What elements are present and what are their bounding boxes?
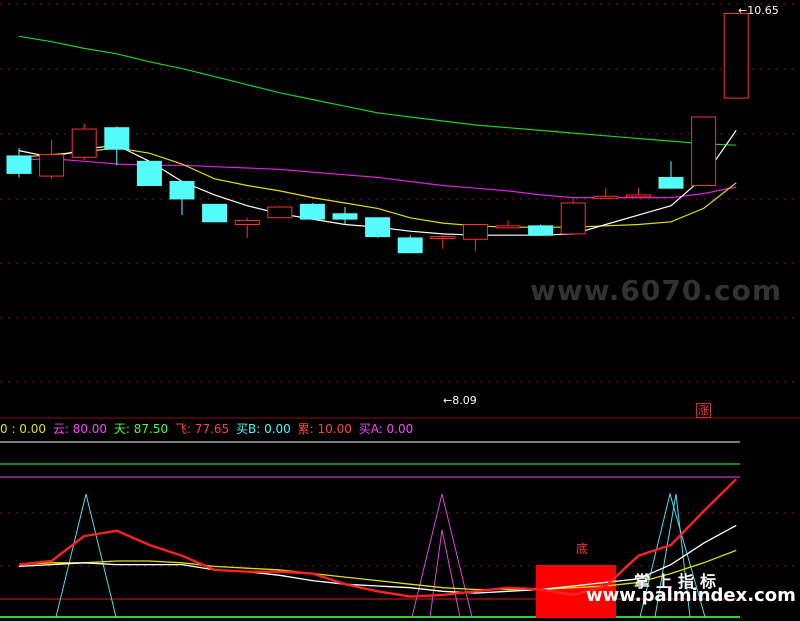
ma-mid-line <box>18 157 737 199</box>
site-text: www.palmindex.com <box>586 585 796 606</box>
candle-15 <box>495 220 521 229</box>
candle-16 <box>528 224 554 236</box>
candle-body <box>593 195 619 199</box>
high-price-label: ←10.65 <box>738 4 779 17</box>
candle-body <box>625 194 651 198</box>
chart-canvas <box>0 3 800 618</box>
candle-body <box>267 206 293 219</box>
candle-10 <box>332 207 358 225</box>
legend-item-maib: 买B: 0.00 <box>236 422 291 436</box>
indicator-legend: 0 : 0.00 云: 80.00 天: 87.50 飞: 77.65 买B: … <box>0 421 416 437</box>
candle-body <box>560 202 586 235</box>
candle-20 <box>658 161 684 189</box>
candle-3 <box>104 126 130 166</box>
candle-19 <box>625 188 651 198</box>
price-panel <box>6 12 749 254</box>
candle-12 <box>397 235 423 254</box>
ma-short-line <box>18 147 737 228</box>
candle-body <box>234 219 260 225</box>
candle-2 <box>71 123 97 160</box>
candle-body <box>723 12 749 99</box>
legend-item-lei: 累: 10.00 <box>297 422 352 436</box>
candle-body <box>136 160 162 187</box>
legend-item-yun: 云: 80.00 <box>52 422 108 436</box>
candle-body <box>658 176 684 189</box>
candle-body <box>495 225 521 229</box>
legend-item-0: 0 : 0.00 <box>0 422 47 436</box>
candle-17 <box>560 197 586 236</box>
candle-21 <box>691 116 717 187</box>
candle-5 <box>169 180 195 216</box>
indicator-line-yellow <box>18 549 737 591</box>
candle-7 <box>234 217 260 238</box>
candle-body <box>430 236 456 240</box>
candle-4 <box>136 160 162 187</box>
candle-body <box>299 203 325 220</box>
candle-6 <box>202 203 228 223</box>
candle-body <box>462 223 488 240</box>
legend-item-tian: 天: 87.50 <box>113 422 169 436</box>
legend-item-fei: 飞: 77.65 <box>174 422 230 436</box>
candle-9 <box>299 202 325 220</box>
candle-body <box>169 180 195 200</box>
candle-body <box>6 155 32 174</box>
candle-body <box>71 128 97 158</box>
watermark: www.6070.com <box>529 274 782 307</box>
candle-18 <box>593 188 619 199</box>
candle-body <box>528 225 554 236</box>
indicator-line-red <box>18 478 738 598</box>
candle-body <box>104 127 130 150</box>
zhang-tag: 涨 <box>696 403 711 418</box>
candle-body <box>332 213 358 220</box>
candle-body <box>397 237 423 254</box>
low-price-label: ←8.09 <box>443 394 477 407</box>
candle-1 <box>39 139 65 179</box>
candle-11 <box>365 217 391 238</box>
candle-14 <box>462 223 488 252</box>
candle-body <box>691 116 717 187</box>
candle-13 <box>430 235 456 249</box>
candle-body <box>39 154 65 177</box>
candle-22 <box>723 12 749 99</box>
candle-8 <box>267 205 293 219</box>
candle-body <box>202 203 228 223</box>
candle-body <box>365 217 391 238</box>
legend-item-maia: 买A: 0.00 <box>358 422 414 436</box>
di-tag: 底 <box>576 542 589 556</box>
signal-triangle-inner <box>429 529 461 618</box>
